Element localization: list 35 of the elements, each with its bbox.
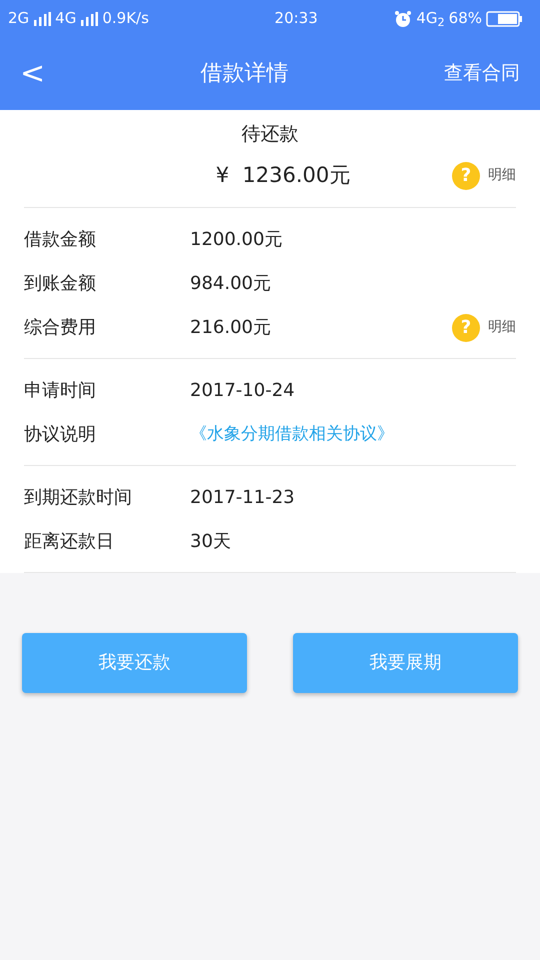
network-label: 2G [8, 8, 30, 30]
agreement-link[interactable]: 《水象分期借款相关协议》 [190, 422, 394, 448]
field-value: 2017-10-24 [190, 379, 295, 403]
clock-time: 20:33 [274, 9, 318, 28]
field-value: 984.00元 [190, 272, 271, 296]
signal-icon [80, 12, 98, 26]
network-label: 4G$_{2}$ [416, 8, 445, 30]
help-icon[interactable]: ? [452, 314, 480, 342]
action-button[interactable]: 我要还款 [22, 632, 247, 692]
field-value: 30天 [190, 530, 231, 554]
field-label: 综合费用 [24, 316, 97, 340]
field-label: 到期还款时间 [24, 486, 133, 510]
signal-icon [33, 12, 52, 26]
alarm-icon [394, 10, 412, 28]
field-value: 216.00元 [190, 316, 271, 340]
field-label: 协议说明 [24, 423, 97, 447]
field-label: 申请时间 [24, 379, 97, 403]
field-label: 距离还款日 [24, 530, 115, 554]
detail-link[interactable]: 明细 [488, 317, 516, 338]
back-button[interactable]: < [20, 58, 46, 88]
battery-percent: 68% [448, 8, 482, 30]
field-value: 2017-11-23 [190, 486, 295, 510]
network-label: 4G [55, 8, 76, 30]
view-contract-link[interactable]: 查看合同 [444, 59, 520, 88]
action-button[interactable]: 我要展期 [293, 632, 518, 692]
page-title: 借款详情 [200, 60, 289, 88]
battery-icon [486, 10, 522, 26]
summary-title: 待还款 [242, 123, 298, 145]
field-label: 到账金额 [24, 272, 97, 296]
help-icon[interactable]: ? [452, 162, 480, 190]
field-label: 借款金额 [24, 228, 97, 252]
detail-link[interactable]: 明细 [488, 165, 516, 186]
field-value: 1200.00元 [190, 228, 282, 252]
amount-due: ¥ 1236.00元 [216, 162, 350, 187]
network-speed: 0.9K/s [102, 8, 149, 30]
